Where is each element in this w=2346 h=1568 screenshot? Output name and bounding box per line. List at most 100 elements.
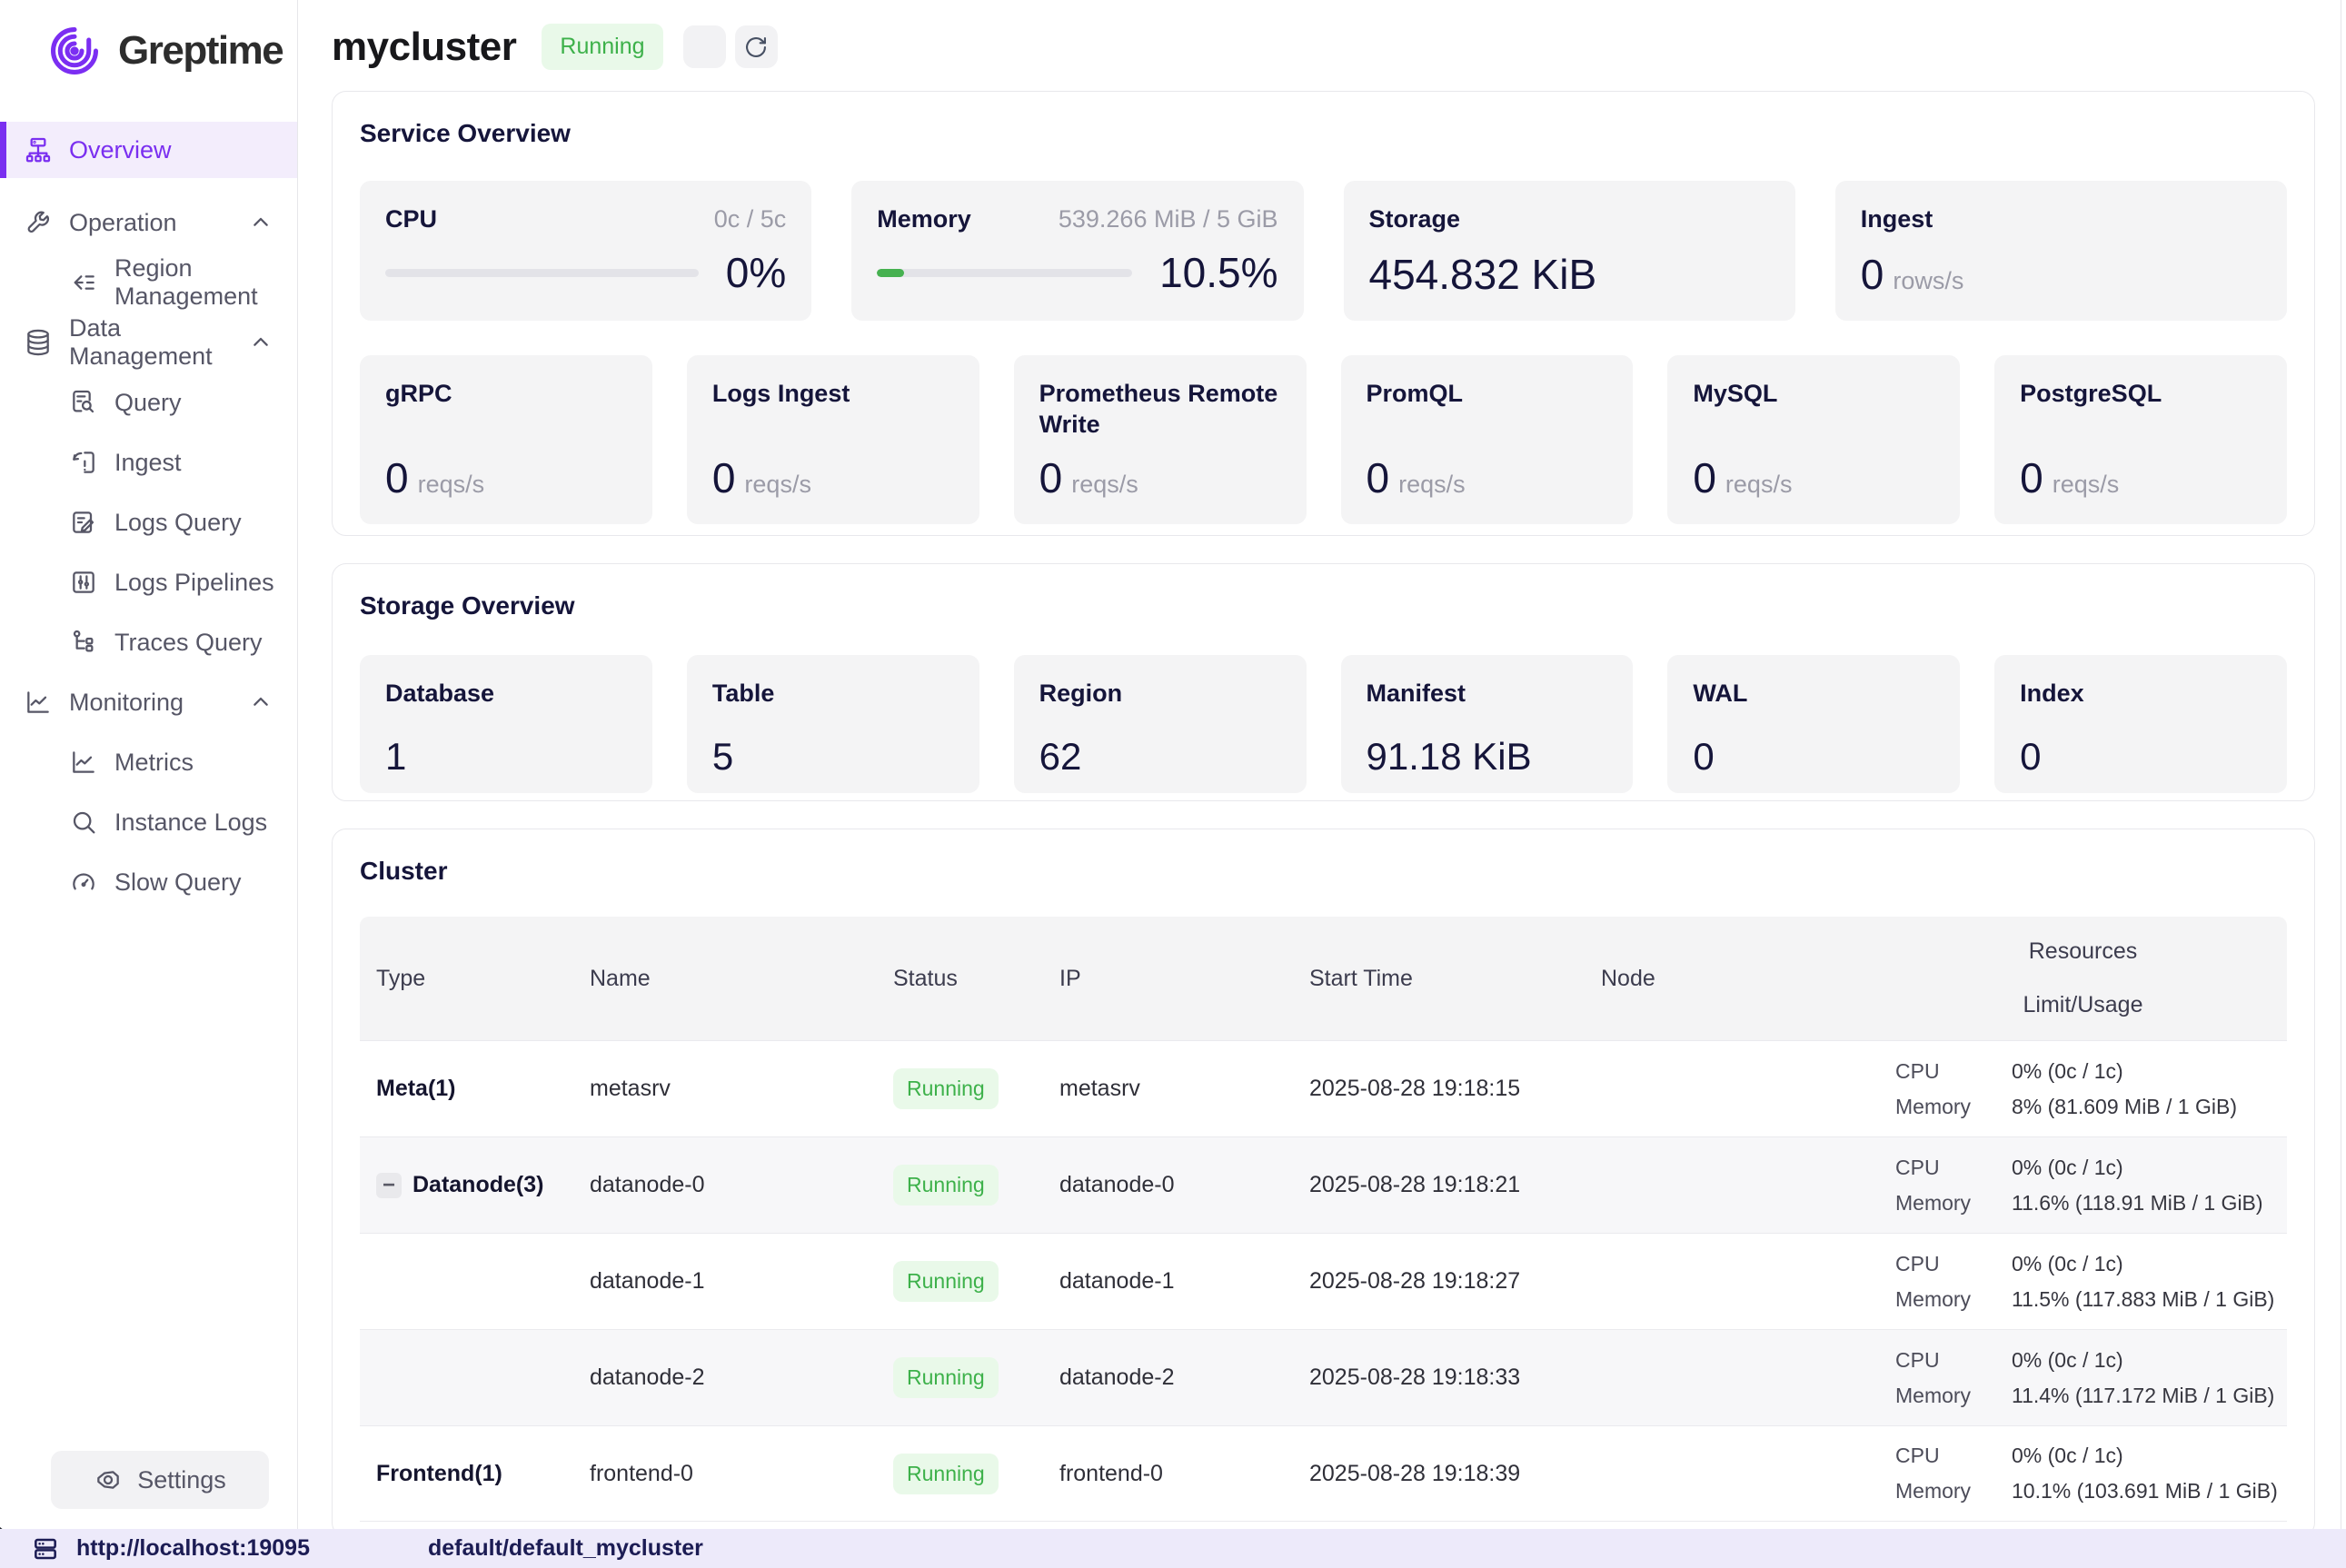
column-header-name: Name: [573, 917, 877, 1040]
index-label: Index: [2020, 680, 2084, 707]
gear-icon: [94, 1465, 123, 1494]
region-management-icon: [69, 268, 98, 297]
row-status-badge: Running: [893, 1068, 999, 1109]
grpc-value: 0: [385, 454, 409, 501]
server-url[interactable]: http://localhost:19095: [76, 1535, 310, 1562]
mysql-unit: reqs/s: [1725, 471, 1793, 498]
wrench-icon: [24, 208, 53, 237]
sidebar-item-query[interactable]: Query: [0, 372, 297, 432]
memory-limit: 539.266 MiB / 5 GiB: [1059, 205, 1278, 233]
monitoring-icon: [24, 688, 53, 717]
collapse-group-button[interactable]: −: [376, 1173, 402, 1198]
ingest-card: Ingest 0rows/s: [1835, 181, 2287, 321]
cluster-table-header: Type Name Status IP Start Time Node Reso…: [360, 917, 2287, 1040]
cpu-resource-label: CPU: [1895, 1156, 2012, 1180]
sidebar-item-slow-query[interactable]: Slow Query: [0, 852, 297, 912]
refresh-button[interactable]: [735, 25, 778, 68]
column-header-ip: IP: [1043, 917, 1293, 1040]
region-card: Region 62: [1014, 655, 1307, 793]
row-name: datanode-2: [573, 1330, 877, 1425]
cpu-label: CPU: [385, 204, 437, 235]
greptime-logo-icon: [45, 22, 104, 80]
memory-resource-label: Memory: [1895, 1287, 2012, 1312]
search-icon: [69, 808, 98, 837]
memory-percent: 10.5%: [1159, 248, 1277, 297]
traces-query-icon: [69, 628, 98, 657]
wal-card: WAL 0: [1667, 655, 1960, 793]
memory-resource-label: Memory: [1895, 1384, 2012, 1408]
sidebar-nav: Overview Operation Region Management Dat…: [0, 122, 297, 912]
app-window: Greptime Overview Operation Region Manag…: [0, 0, 2346, 1568]
query-icon: [69, 388, 98, 417]
row-name: frontend-0: [573, 1426, 877, 1521]
database-card: Database 1: [360, 655, 652, 793]
sidebar-item-region-management[interactable]: Region Management: [0, 253, 297, 313]
sidebar-item-overview[interactable]: Overview: [0, 122, 297, 178]
sidebar-item-label: Instance Logs: [114, 809, 267, 837]
row-status-badge: Running: [893, 1165, 999, 1206]
storage-card: Storage 454.832 KiB: [1344, 181, 1795, 321]
server-icon: [31, 1534, 60, 1563]
database-path[interactable]: default/default_mycluster: [428, 1535, 703, 1562]
ingest-unit: rows/s: [1893, 267, 1963, 294]
chevron-up-icon: [246, 208, 275, 237]
storage-overview-panel: Storage Overview Database 1 Table 5 Regi…: [332, 563, 2315, 801]
service-overview-panel: Service Overview CPU 0c / 5c 0% Memory: [332, 91, 2315, 536]
sidebar-item-monitoring[interactable]: Monitoring: [0, 672, 297, 732]
cpu-card: CPU 0c / 5c 0%: [360, 181, 811, 321]
sidebar-item-logs-pipelines[interactable]: Logs Pipelines: [0, 552, 297, 612]
sidebar-item-data-management[interactable]: Data Management: [0, 313, 297, 372]
sidebar-item-logs-query[interactable]: Logs Query: [0, 492, 297, 552]
promql-label: PromQL: [1367, 380, 1464, 407]
sidebar-item-traces-query[interactable]: Traces Query: [0, 612, 297, 672]
row-resources: CPU0% (0c / 1c) Memory10.1% (103.691 MiB…: [1879, 1426, 2287, 1521]
greptime-logo[interactable]: Greptime: [0, 0, 297, 80]
table-row-datanode-1: datanode-1 Running datanode-1 2025-08-28…: [360, 1233, 2287, 1329]
brand-name: Greptime: [118, 28, 283, 74]
sidebar-item-operation[interactable]: Operation: [0, 193, 297, 253]
row-resources: CPU0% (0c / 1c) Memory8% (81.609 MiB / 1…: [1879, 1041, 2287, 1136]
status-bar: http://localhost:19095 default/default_m…: [0, 1529, 2346, 1568]
promql-card: PromQL 0reqs/s: [1341, 355, 1634, 524]
pause-refresh-button[interactable]: [683, 25, 726, 68]
memory-progress-bar: [877, 269, 1132, 277]
row-start-time: 2025-08-28 19:18:33: [1293, 1330, 1585, 1425]
cluster-table: Type Name Status IP Start Time Node Reso…: [360, 917, 2287, 1522]
settings-button[interactable]: Settings: [51, 1451, 269, 1509]
table-row-metasrv: Meta(1) metasrv Running metasrv 2025-08-…: [360, 1040, 2287, 1136]
sidebar-item-instance-logs[interactable]: Instance Logs: [0, 792, 297, 852]
manifest-label: Manifest: [1367, 680, 1466, 707]
promql-unit: reqs/s: [1398, 471, 1466, 498]
prometheus-remote-write-unit: reqs/s: [1071, 471, 1138, 498]
mysql-label: MySQL: [1693, 380, 1777, 407]
row-node: [1585, 1330, 1879, 1425]
column-header-node: Node: [1585, 917, 1879, 1040]
row-ip: datanode-1: [1043, 1234, 1293, 1329]
sidebar: Greptime Overview Operation Region Manag…: [0, 0, 298, 1529]
logs-pipelines-icon: [69, 568, 98, 597]
sidebar-item-ingest[interactable]: Ingest: [0, 432, 297, 492]
postgresql-card: PostgreSQL 0reqs/s: [1994, 355, 2287, 524]
sidebar-item-label: Metrics: [114, 749, 194, 777]
sidebar-item-metrics[interactable]: Metrics: [0, 732, 297, 792]
row-ip: datanode-2: [1043, 1330, 1293, 1425]
table-label: Table: [712, 680, 775, 707]
memory-resource-value: 8% (81.609 MiB / 1 GiB): [2012, 1095, 2287, 1119]
postgresql-unit: reqs/s: [2053, 471, 2120, 498]
gauge-icon: [69, 868, 98, 897]
row-start-time: 2025-08-28 19:18:27: [1293, 1234, 1585, 1329]
region-value: 62: [1039, 735, 1281, 779]
row-status-badge: Running: [893, 1261, 999, 1302]
overview-icon: [24, 135, 53, 164]
row-status-badge: Running: [893, 1357, 999, 1398]
row-start-time: 2025-08-28 19:18:21: [1293, 1137, 1585, 1233]
memory-resource-value: 10.1% (103.691 MiB / 1 GiB): [2012, 1479, 2287, 1503]
memory-resource-label: Memory: [1895, 1095, 2012, 1119]
cpu-percent: 0%: [726, 248, 786, 297]
table-row-datanode-0: − Datanode(3) datanode-0 Running datanod…: [360, 1136, 2287, 1233]
memory-resource-label: Memory: [1895, 1479, 2012, 1503]
sidebar-item-label: Operation: [69, 209, 177, 237]
page-header: mycluster Running: [332, 24, 778, 70]
row-resources: CPU0% (0c / 1c) Memory11.5% (117.883 MiB…: [1879, 1234, 2287, 1329]
wal-value: 0: [1693, 735, 1934, 779]
